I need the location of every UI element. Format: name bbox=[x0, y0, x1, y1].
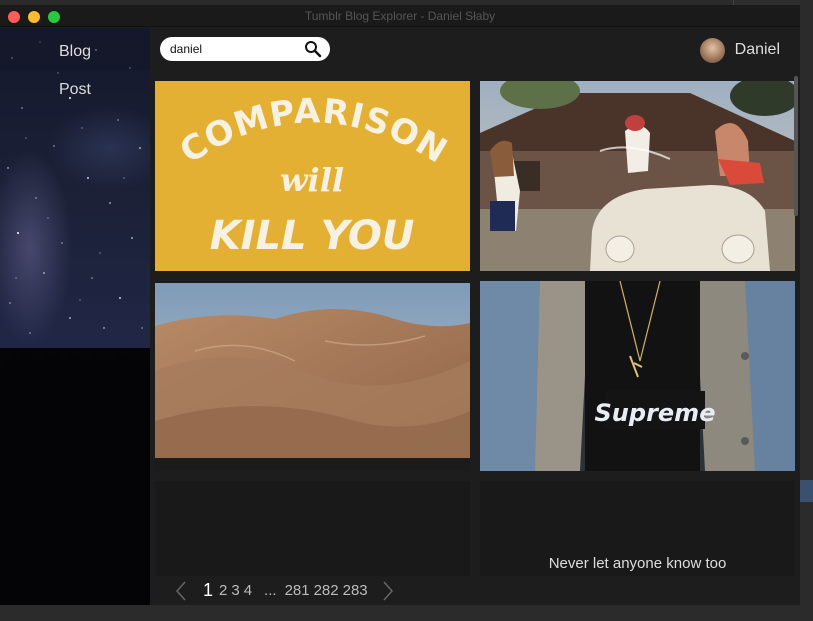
post-image: Supreme bbox=[480, 281, 795, 471]
user-name: Daniel bbox=[734, 41, 780, 58]
page-current[interactable]: 1 bbox=[203, 580, 213, 601]
post-image bbox=[480, 81, 795, 271]
window-title: Tumblr Blog Explorer - Daniel Słaby bbox=[304, 9, 496, 23]
sidebar: Blog Post bbox=[0, 28, 150, 605]
avatar[interactable] bbox=[699, 37, 725, 63]
search-input[interactable] bbox=[170, 41, 300, 57]
background-window bbox=[800, 0, 813, 621]
page-link[interactable]: 2 bbox=[219, 582, 227, 599]
post-tile[interactable]: COMPARISON will KILL YOU bbox=[155, 81, 470, 271]
post-text-line: Supreme bbox=[595, 399, 716, 427]
post-tile[interactable] bbox=[480, 81, 795, 271]
post-text-line: KILL YOU bbox=[210, 213, 415, 259]
treeline-silhouette bbox=[0, 348, 150, 605]
pagination: 1 2 3 4 ... 281 282 283 bbox=[155, 576, 796, 605]
user-profile[interactable]: Daniel bbox=[699, 37, 780, 63]
post-image: COMPARISON will KILL YOU bbox=[155, 81, 470, 271]
post-text-line: will bbox=[280, 161, 344, 199]
post-image bbox=[155, 281, 470, 471]
chevron-right-icon[interactable] bbox=[380, 580, 396, 602]
page-link[interactable]: 3 bbox=[231, 582, 239, 599]
page-link[interactable]: 283 bbox=[343, 582, 368, 599]
search-icon[interactable] bbox=[304, 40, 322, 58]
page-link[interactable]: 281 bbox=[285, 582, 310, 599]
chevron-left-icon[interactable] bbox=[173, 580, 189, 602]
post-grid: COMPARISON will KILL YOU Supreme Never l… bbox=[155, 76, 796, 576]
title-bar[interactable]: Tumblr Blog Explorer - Daniel Słaby bbox=[0, 5, 800, 27]
app-window: Tumblr Blog Explorer - Daniel Słaby Blog… bbox=[0, 5, 800, 605]
page-link[interactable]: 282 bbox=[314, 582, 339, 599]
sidebar-item-blog[interactable]: Blog bbox=[0, 34, 150, 70]
search-bar[interactable] bbox=[160, 37, 330, 61]
main-content: Daniel COMPARISON will KILL YOU bbox=[150, 28, 800, 605]
post-tile[interactable]: Supreme bbox=[480, 281, 795, 471]
scrollbar[interactable] bbox=[794, 76, 798, 216]
post-text: Never let anyone know too bbox=[548, 555, 727, 572]
post-tile[interactable]: Never let anyone know too bbox=[480, 481, 795, 576]
post-tile[interactable] bbox=[155, 481, 470, 576]
background-window-highlight bbox=[800, 480, 813, 502]
sidebar-item-post[interactable]: Post bbox=[0, 72, 150, 108]
post-tile[interactable] bbox=[155, 281, 470, 471]
page-ellipsis: ... bbox=[264, 582, 277, 599]
page-link[interactable]: 4 bbox=[244, 582, 252, 599]
